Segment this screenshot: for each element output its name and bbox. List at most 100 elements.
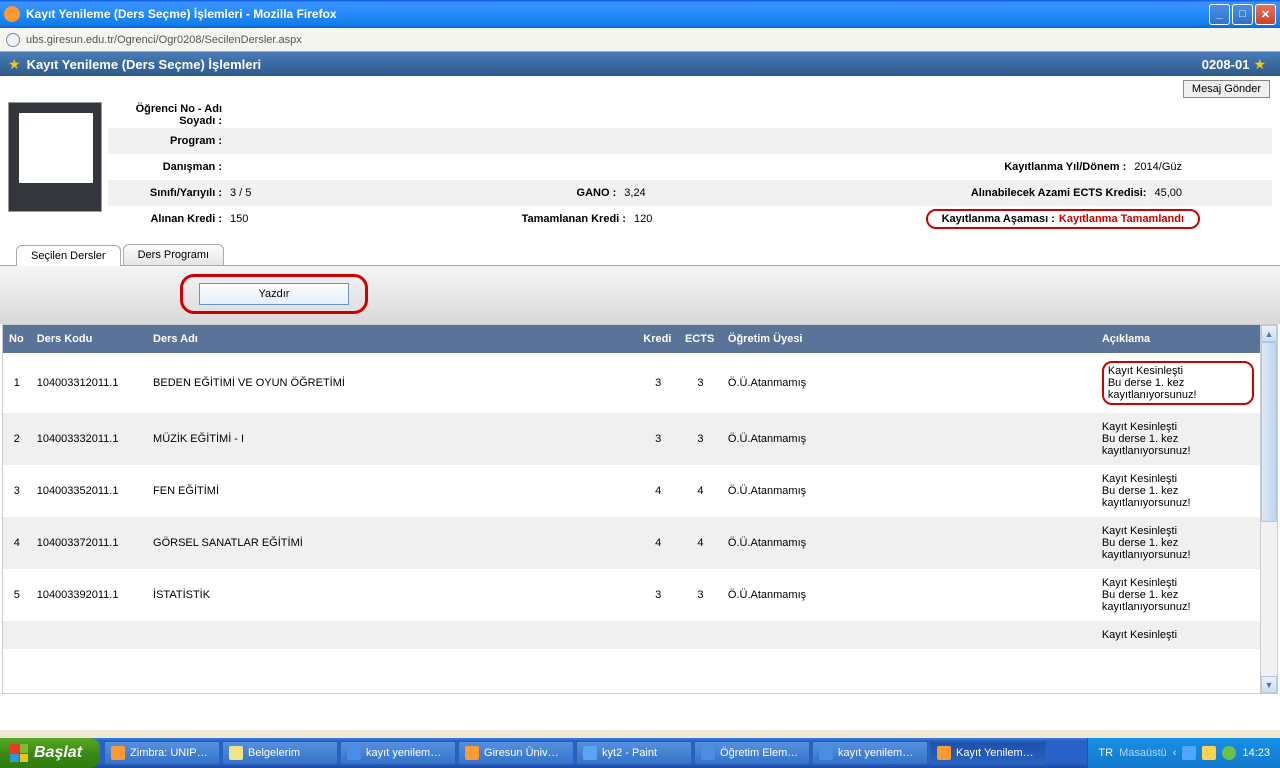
taskbar-item[interactable]: kayıt yenilem…: [812, 741, 928, 765]
table-row: Kayıt Kesinleşti: [3, 621, 1260, 649]
cell-description: Kayıt KesinleştiBu derse 1. kez kayıtlan…: [1096, 465, 1260, 517]
cell-instructor: Ö.Ü.Atanmamış: [722, 517, 1096, 569]
cell-credit: 3: [637, 353, 679, 413]
url[interactable]: ubs.giresun.edu.tr/Ogrenci/Ogr0208/Secil…: [26, 34, 302, 46]
task-label: kyt2 - Paint: [602, 747, 657, 759]
description-highlight: Kayıt KesinleştiBu derse 1. kez kayıtlan…: [1102, 361, 1254, 405]
value-regyear: 2014/Güz: [1130, 161, 1182, 173]
start-button[interactable]: Başlat: [0, 738, 100, 768]
label-advisor: Danışman :: [108, 161, 226, 173]
label-regstage: Kayıtlanma Aşaması :: [942, 213, 1059, 225]
scroll-down-button[interactable]: ▼: [1261, 676, 1277, 693]
minimize-button[interactable]: _: [1209, 4, 1230, 25]
tray-lang[interactable]: TR: [1098, 747, 1113, 759]
maximize-button[interactable]: □: [1232, 4, 1253, 25]
print-highlight: Yazdır: [180, 274, 368, 314]
course-table-wrap: No Ders Kodu Ders Adı Kredi ECTS Öğretim…: [2, 324, 1278, 694]
table-row: 2104003332011.1MÜZİK EĞİTİMİ - I33Ö.Ü.At…: [3, 413, 1260, 465]
content-area: ★ Kayıt Yenileme (Ders Seçme) İşlemleri …: [0, 52, 1280, 730]
cell-coursecode: [31, 621, 147, 649]
windows-logo-icon: [10, 744, 28, 762]
cell-no: 4: [3, 517, 31, 569]
cell-coursename: [147, 621, 637, 649]
cell-coursename: GÖRSEL SANATLAR EĞİTİMİ: [147, 517, 637, 569]
cell-coursecode: 104003392011.1: [31, 569, 147, 621]
cell-coursename: MÜZİK EĞİTİMİ - I: [147, 413, 637, 465]
task-app-icon: [229, 746, 243, 760]
close-button[interactable]: ✕: [1255, 4, 1276, 25]
task-label: Öğretim Elem…: [720, 747, 798, 759]
value-credit: 150: [226, 213, 248, 225]
cell-description: Kayıt KesinleştiBu derse 1. kez kayıtlan…: [1096, 413, 1260, 465]
cell-ects: 4: [679, 465, 722, 517]
scroll-up-button[interactable]: ▲: [1261, 325, 1277, 342]
tray-icon-3[interactable]: [1222, 746, 1236, 760]
label-credit: Alınan Kredi :: [108, 213, 226, 225]
cell-description: Kayıt KesinleştiBu derse 1. kez kayıtlan…: [1096, 569, 1260, 621]
cell-description: Kayıt KesinleştiBu derse 1. kez kayıtlan…: [1096, 353, 1260, 413]
label-gano: GANO :: [577, 187, 621, 199]
firefox-icon: [4, 6, 20, 22]
task-label: Belgelerim: [248, 747, 300, 759]
taskbar-item[interactable]: Zimbra: UNIP…: [104, 741, 220, 765]
task-app-icon: [583, 746, 597, 760]
info-row-credit: Alınan Kredi : 150 Tamamlanan Kredi : 12…: [108, 206, 1272, 232]
tray-icon-2[interactable]: [1202, 746, 1216, 760]
cell-ects: 3: [679, 413, 722, 465]
scrollbar[interactable]: ▲ ▼: [1260, 325, 1277, 693]
globe-icon: [6, 33, 20, 47]
address-bar: ubs.giresun.edu.tr/Ogrenci/Ogr0208/Secil…: [0, 28, 1280, 52]
table-row: 5104003392011.1İSTATİSTİK33Ö.Ü.Atanmamış…: [3, 569, 1260, 621]
taskbar-item[interactable]: Giresun Üniv…: [458, 741, 574, 765]
taskbar-item[interactable]: kayıt yenilem…: [340, 741, 456, 765]
task-app-icon: [347, 746, 361, 760]
cell-credit: [637, 621, 679, 649]
cell-instructor: Ö.Ü.Atanmamış: [722, 465, 1096, 517]
task-app-icon: [465, 746, 479, 760]
info-row-program: Program :: [108, 128, 1272, 154]
label-studentno: Öğrenci No - Adı Soyadı :: [108, 103, 226, 127]
cell-description: Kayıt KesinleştiBu derse 1. kez kayıtlan…: [1096, 517, 1260, 569]
value-class: 3 / 5: [226, 187, 251, 199]
send-message-button[interactable]: Mesaj Gönder: [1183, 80, 1270, 98]
tray-icon-1[interactable]: [1182, 746, 1196, 760]
task-app-icon: [819, 746, 833, 760]
taskbar-item[interactable]: Kayıt Yenilem…: [930, 741, 1046, 765]
star-icon: ★: [8, 56, 21, 73]
cell-credit: 4: [637, 465, 679, 517]
cell-no: 2: [3, 413, 31, 465]
cell-description: Kayıt Kesinleşti: [1096, 621, 1260, 649]
cell-ects: [679, 621, 722, 649]
label-regyear: Kayıtlanma Yıl/Dönem :: [1004, 161, 1130, 173]
cell-instructor: [722, 621, 1096, 649]
task-label: Kayıt Yenilem…: [956, 747, 1034, 759]
print-button[interactable]: Yazdır: [199, 283, 349, 305]
task-app-icon: [111, 746, 125, 760]
task-app-icon: [937, 746, 951, 760]
cell-ects: 3: [679, 569, 722, 621]
cell-instructor: Ö.Ü.Atanmamış: [722, 353, 1096, 413]
label-completedcredit: Tamamlanan Kredi :: [522, 213, 630, 225]
scroll-thumb[interactable]: [1261, 342, 1277, 522]
task-items: Zimbra: UNIP… Belgelerim kayıt yenilem… Gir…: [100, 738, 1087, 768]
cell-credit: 3: [637, 569, 679, 621]
cell-no: 1: [3, 353, 31, 413]
taskbar: Başlat Zimbra: UNIP… Belgelerim kayıt yeni…: [0, 738, 1280, 768]
tray-clock[interactable]: 14:23: [1242, 747, 1270, 759]
taskbar-item[interactable]: Belgelerim: [222, 741, 338, 765]
header-instructor: Öğretim Üyesi: [722, 325, 1096, 353]
task-label: Giresun Üniv…: [484, 747, 559, 759]
taskbar-item[interactable]: Öğretim Elem…: [694, 741, 810, 765]
tab-selected-courses[interactable]: Seçilen Dersler: [16, 245, 121, 266]
value-maxects: 45,00: [1150, 187, 1182, 199]
taskbar-item[interactable]: kyt2 - Paint: [576, 741, 692, 765]
tray-arrow-icon[interactable]: ‹: [1173, 747, 1177, 759]
header-ects: ECTS: [679, 325, 722, 353]
label-maxects: Alınabilecek Azami ECTS Kredisi:: [971, 187, 1151, 199]
tab-course-schedule[interactable]: Ders Programı: [123, 244, 225, 265]
task-label: kayıt yenilem…: [838, 747, 913, 759]
task-label: Zimbra: UNIP…: [130, 747, 208, 759]
cell-no: [3, 621, 31, 649]
header-coursename: Ders Adı: [147, 325, 637, 353]
cell-instructor: Ö.Ü.Atanmamış: [722, 413, 1096, 465]
